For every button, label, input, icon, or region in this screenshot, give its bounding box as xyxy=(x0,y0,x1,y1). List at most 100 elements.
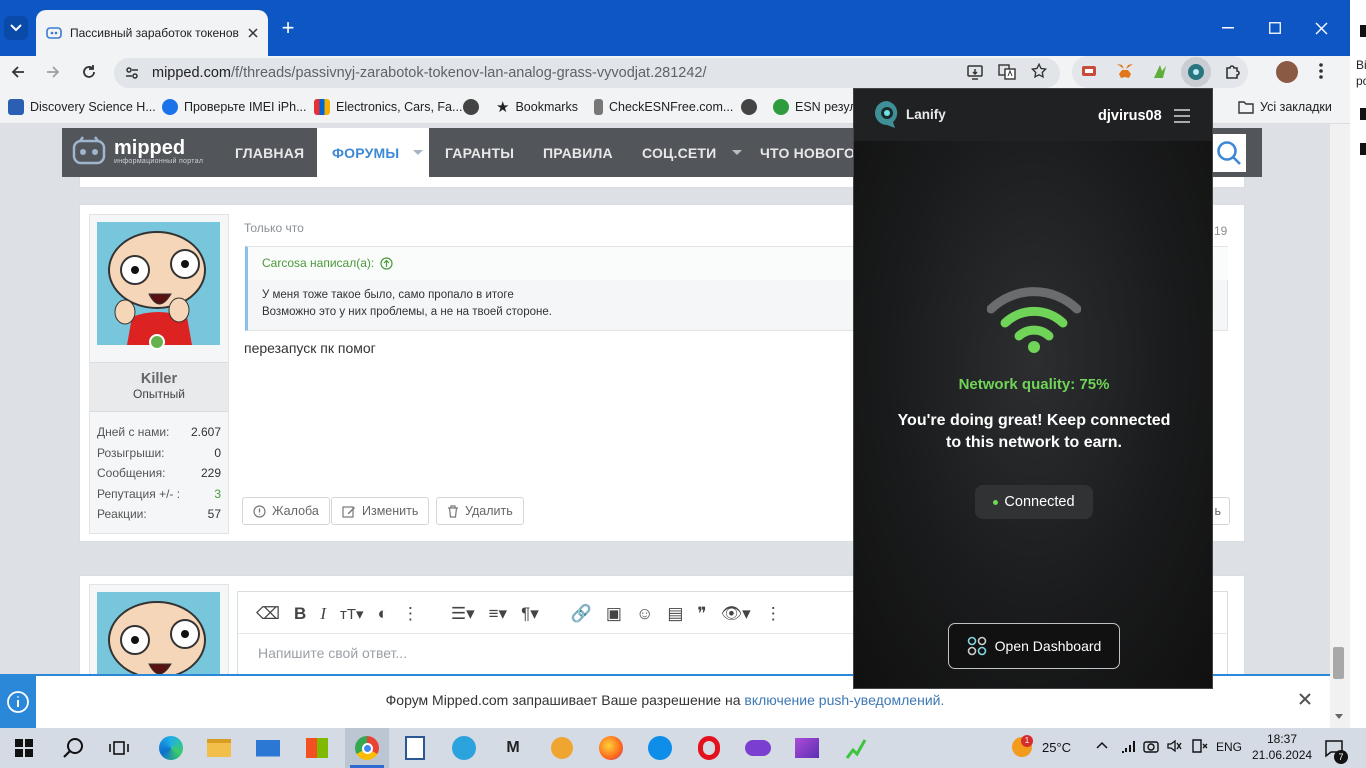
close-notification-icon[interactable] xyxy=(1299,693,1311,705)
tab-search-button[interactable] xyxy=(4,16,28,40)
bookmark-item[interactable]: Проверьте IMEI iPh... xyxy=(162,96,307,118)
language-indicator[interactable]: ENG xyxy=(1216,740,1242,754)
user-avatar[interactable] xyxy=(97,222,220,345)
nav-rules[interactable]: ПРАВИЛА xyxy=(543,128,613,177)
explorer-app[interactable] xyxy=(198,728,240,768)
games-app[interactable] xyxy=(737,728,779,768)
maximize-button[interactable] xyxy=(1252,0,1298,56)
image-icon[interactable]: ▣ xyxy=(606,604,622,624)
bookmark-folder[interactable]: ★ Bookmarks xyxy=(496,96,578,118)
bookmark-star-icon[interactable] xyxy=(1030,62,1048,80)
media-app[interactable] xyxy=(786,728,828,768)
metamask-icon[interactable] xyxy=(1115,62,1135,80)
nav-home[interactable]: ГЛАВНАЯ xyxy=(235,128,304,177)
store-app[interactable] xyxy=(296,728,338,768)
minimize-button[interactable] xyxy=(1205,0,1251,56)
bookmark-item[interactable]: Electronics, Cars, Fa... xyxy=(314,96,462,118)
install-app-icon[interactable] xyxy=(966,63,984,81)
chrome-app[interactable] xyxy=(345,728,389,768)
nav-whats-new[interactable]: ЧТО НОВОГО xyxy=(760,128,855,177)
close-window-button[interactable] xyxy=(1298,0,1344,56)
align-icon[interactable]: ≡▾ xyxy=(489,604,507,624)
site-settings-icon[interactable] xyxy=(124,65,140,81)
mail-app[interactable] xyxy=(247,728,289,768)
bold-icon[interactable]: B xyxy=(294,604,306,624)
translate-icon[interactable] xyxy=(998,63,1016,81)
clock[interactable]: 18:37 21.06.2024 xyxy=(1252,731,1312,763)
weather-temp[interactable]: 25°C xyxy=(1042,740,1071,755)
clear-format-icon[interactable]: ⌫ xyxy=(256,604,280,624)
menu-dots-icon[interactable] xyxy=(1318,62,1324,80)
extensions-puzzle-icon[interactable] xyxy=(1224,62,1242,80)
page-scrollbar[interactable] xyxy=(1330,124,1350,728)
text-size-icon[interactable]: тT▾ xyxy=(340,605,364,623)
camera-icon[interactable] xyxy=(1143,738,1159,754)
telegram-app[interactable] xyxy=(443,728,485,768)
chart-app[interactable] xyxy=(835,728,877,768)
emoji-icon[interactable]: ☺ xyxy=(636,604,653,624)
bookmark-item[interactable]: Discovery Science H... xyxy=(8,96,156,118)
forward-icon[interactable] xyxy=(45,64,61,80)
all-bookmarks[interactable]: Усі закладки xyxy=(1238,96,1332,118)
italic-icon[interactable]: I xyxy=(320,604,326,624)
more-vertical-icon[interactable]: ⋮ xyxy=(765,604,782,624)
bookmark-item[interactable] xyxy=(463,96,479,118)
site-logo[interactable]: mipped информационный портал xyxy=(72,136,203,166)
task-view-button[interactable] xyxy=(98,728,140,768)
battery-icon[interactable] xyxy=(1190,738,1208,754)
profile-avatar[interactable] xyxy=(1276,61,1298,83)
quote-author[interactable]: Carcosa написал(а): xyxy=(262,256,393,270)
search-taskbar[interactable] xyxy=(52,728,94,768)
edge-app[interactable] xyxy=(150,728,192,768)
new-tab-button[interactable]: + xyxy=(278,17,298,39)
speaker-icon[interactable] xyxy=(1166,738,1182,754)
dropdown-caret-icon[interactable] xyxy=(413,150,424,155)
extension-1-icon[interactable] xyxy=(1080,62,1098,80)
nav-social[interactable]: СОЦ.СЕТИ xyxy=(642,128,743,177)
word-app[interactable] xyxy=(394,728,436,768)
palette-icon[interactable]: ◐ xyxy=(378,604,388,624)
paragraph-icon[interactable]: ¶▾ xyxy=(521,604,539,624)
start-button[interactable] xyxy=(3,728,45,768)
arrow-up-circle-icon[interactable] xyxy=(380,256,393,270)
address-bar[interactable]: mipped.com/f/threads/passivnyj-zarabotok… xyxy=(114,58,1060,88)
quote-icon[interactable]: ❞ xyxy=(697,604,706,624)
browser-tab[interactable]: Пассивный заработок токенов xyxy=(36,10,268,56)
lanify-extension-button[interactable] xyxy=(1181,57,1211,87)
tray-chevron-icon[interactable] xyxy=(1096,741,1108,749)
report-button[interactable]: Жалоба xyxy=(242,497,330,525)
popup-menu-button[interactable] xyxy=(1173,108,1191,124)
scrollbar-thumb[interactable] xyxy=(1333,647,1344,679)
delete-button[interactable]: Удалить xyxy=(436,497,524,525)
reply-input[interactable]: Напишите свой ответ... xyxy=(258,645,407,661)
reload-icon[interactable] xyxy=(80,63,98,81)
network-icon[interactable] xyxy=(1120,738,1138,754)
firefox-app[interactable] xyxy=(590,728,632,768)
dropdown-caret-icon[interactable] xyxy=(732,150,743,155)
more-vertical-icon[interactable]: ⋮ xyxy=(402,604,419,624)
link-icon[interactable]: 🔗 xyxy=(571,604,592,624)
m-app[interactable]: M xyxy=(492,728,534,768)
nav-guarantors[interactable]: ГАРАНТЫ xyxy=(445,128,514,177)
search-button[interactable] xyxy=(1212,134,1246,172)
spoiler-icon[interactable]: 👁▾ xyxy=(721,604,751,624)
post-time[interactable]: Только что xyxy=(244,221,304,235)
grass-extension-icon[interactable] xyxy=(1151,62,1169,80)
close-tab-icon[interactable] xyxy=(248,28,258,38)
media-icon[interactable]: ▤ xyxy=(667,604,683,624)
post-number[interactable]: 19 xyxy=(1214,224,1227,238)
open-dashboard-button[interactable]: Open Dashboard xyxy=(948,623,1120,669)
nav-forums[interactable]: ФОРУМЫ xyxy=(317,128,429,177)
back-icon[interactable] xyxy=(10,64,26,80)
bookmark-item[interactable]: ESN резул xyxy=(773,96,857,118)
bookmark-item[interactable]: CheckESNFree.com... xyxy=(594,96,733,118)
scroll-down-icon[interactable] xyxy=(1335,714,1343,719)
teamviewer-app[interactable] xyxy=(639,728,681,768)
vpn-app[interactable] xyxy=(541,728,583,768)
list-icon[interactable]: ☰▾ xyxy=(451,604,475,624)
opera-app[interactable] xyxy=(688,728,730,768)
bookmark-item[interactable] xyxy=(741,96,757,118)
username[interactable]: Killer xyxy=(90,371,228,387)
notification-link[interactable]: включение push-уведомлений. xyxy=(744,692,944,708)
edit-button[interactable]: Изменить xyxy=(331,497,430,525)
